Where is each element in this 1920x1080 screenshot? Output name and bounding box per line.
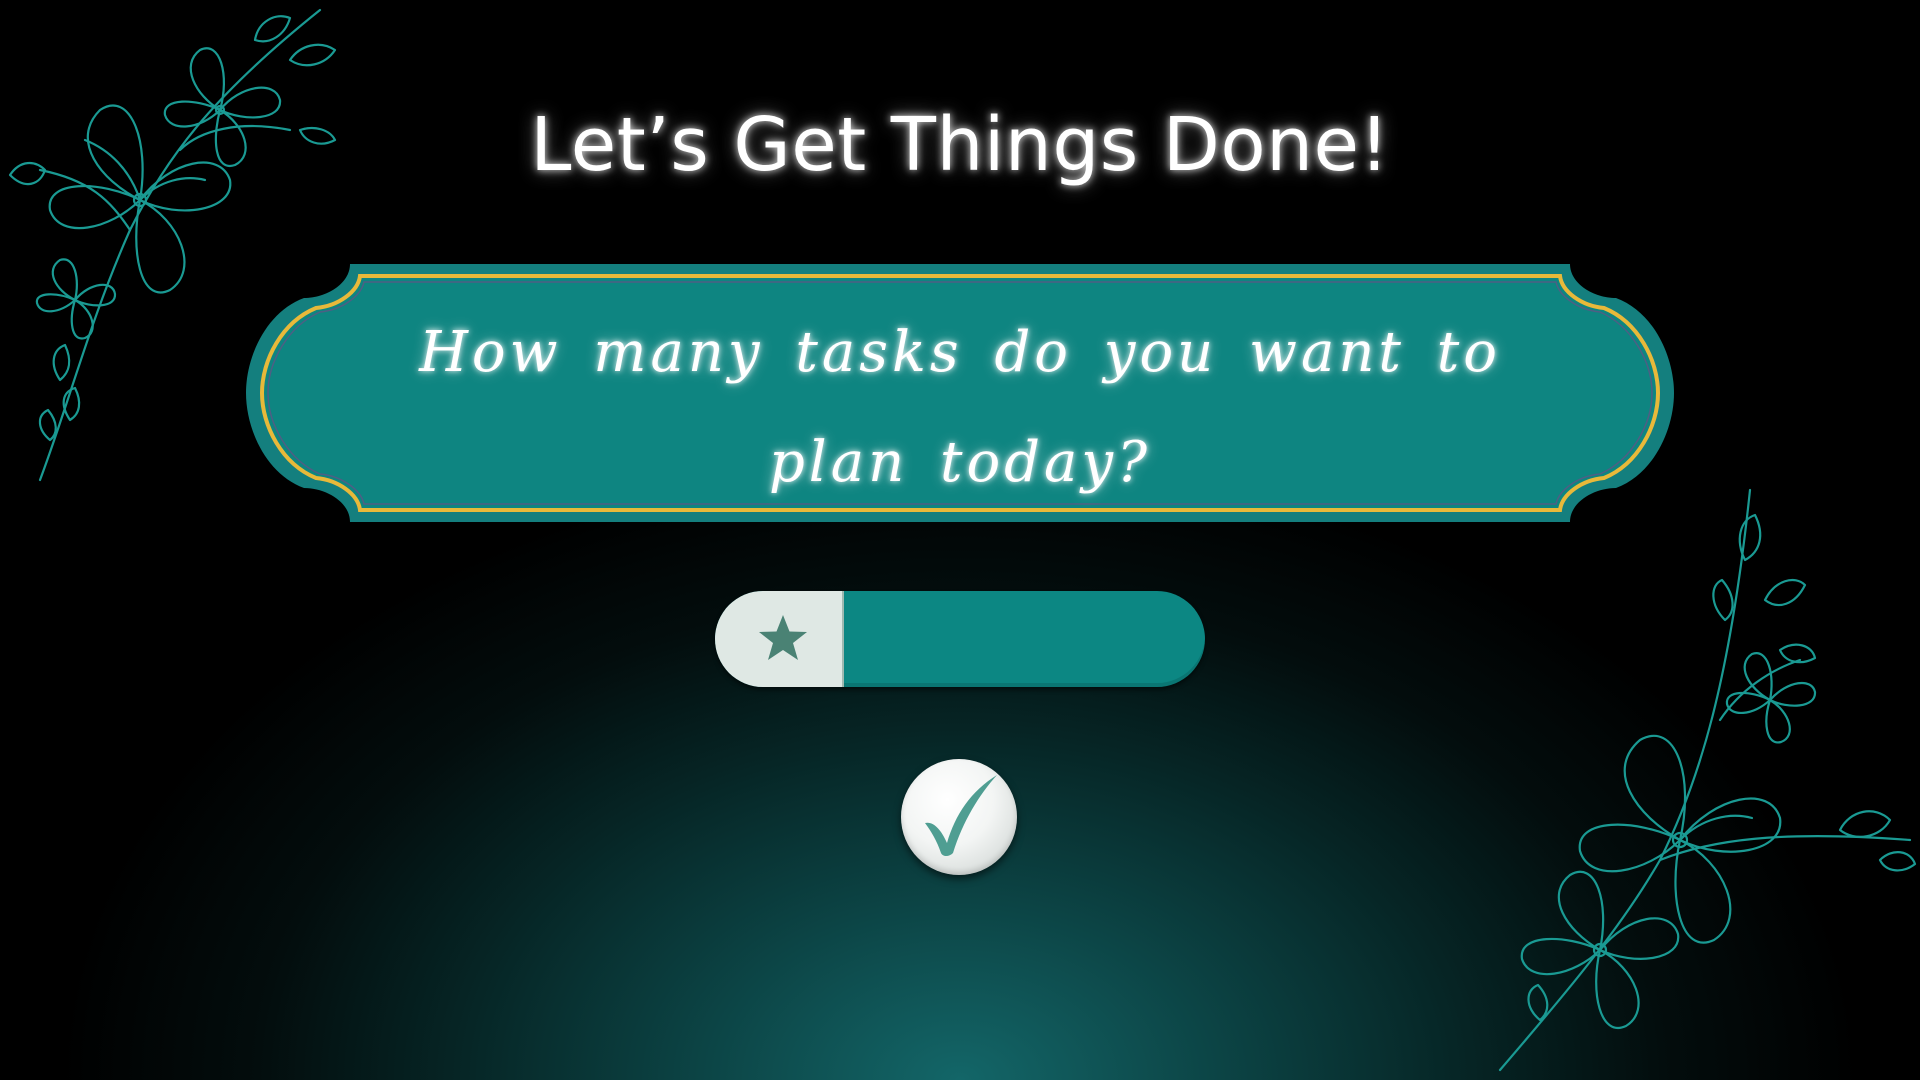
question-text: How many tasks do you want to plan today… [419,320,1501,495]
question-banner: How many tasks do you want to plan today… [244,262,1676,524]
checkmark-icon [925,775,997,856]
task-count-slider[interactable] [715,591,1205,687]
star-icon[interactable] [755,611,811,667]
floral-decoration-bottom-right [1498,488,1917,1072]
confirm-button[interactable] [901,759,1017,875]
page-title: Let’s Get Things Done! [530,102,1390,188]
